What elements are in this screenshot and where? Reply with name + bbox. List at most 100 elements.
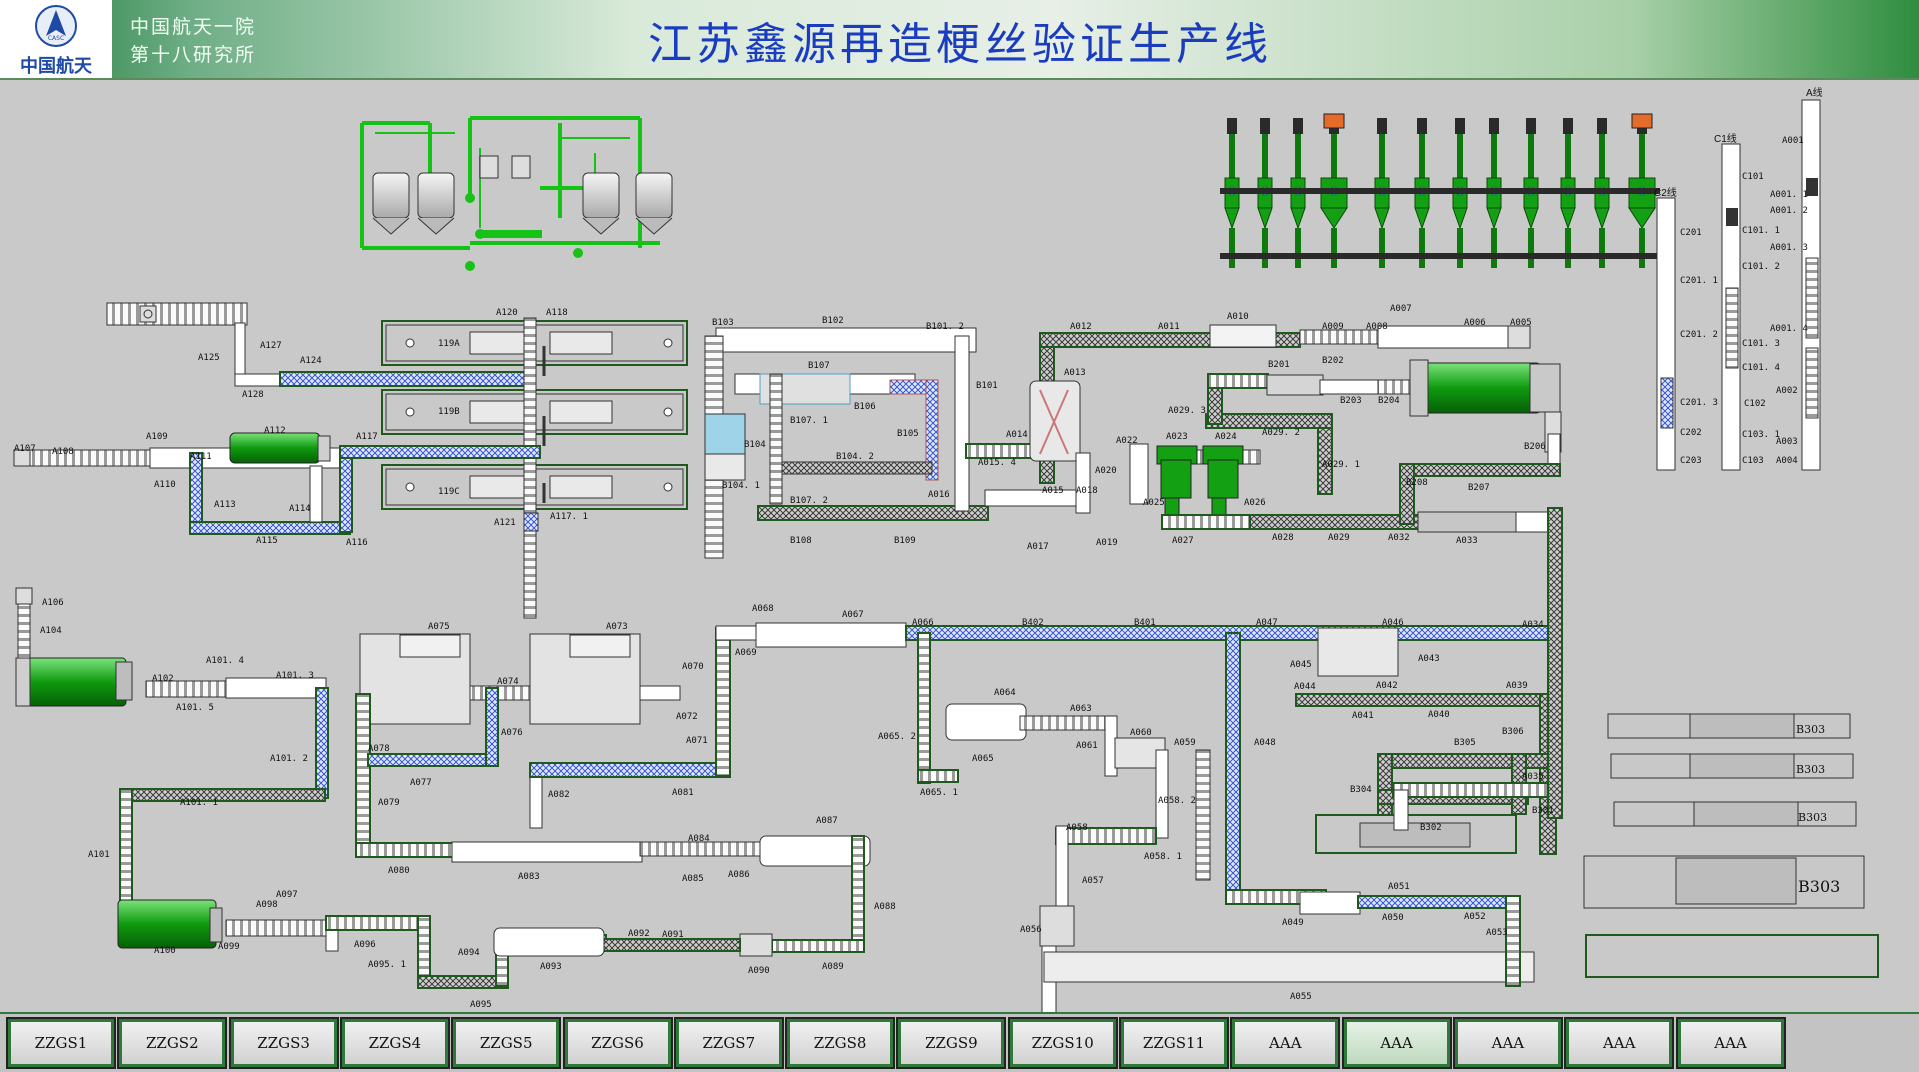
nav-button-aaa-2[interactable]: AAA <box>1341 1017 1452 1069</box>
equipment-label-a107: A107 <box>14 444 36 454</box>
equipment-label-a004: A004 <box>1776 456 1798 466</box>
equipment-label-b203: B203 <box>1340 396 1362 406</box>
dryer-119-group <box>381 317 688 619</box>
nav-button-zzgs11[interactable]: ZZGS11 <box>1119 1017 1229 1069</box>
equipment-label-a065-2: A065. 2 <box>878 732 916 742</box>
nav-button-aaa-3[interactable]: AAA <box>1452 1017 1563 1069</box>
nav-button-zzgs10[interactable]: ZZGS10 <box>1007 1017 1118 1069</box>
equipment-label-a029: A029 <box>1328 533 1350 543</box>
nav-button-zzgs9[interactable]: ZZGS9 <box>896 1017 1007 1069</box>
equipment-label-a022: A022 <box>1116 436 1138 446</box>
equipment-label-a058: A058 <box>1066 823 1088 833</box>
equipment-label-a061: A061 <box>1076 741 1098 751</box>
equipment-label-a111: A111 <box>190 452 212 462</box>
equipment-label-c101: C101 <box>1742 172 1764 182</box>
org-line-2: 第十八研究所 <box>130 44 257 66</box>
equipment-label-a034: A034 <box>1522 620 1544 630</box>
equipment-label-a119c: 119C <box>438 487 460 497</box>
equipment-label-a110: A110 <box>154 480 176 490</box>
equipment-label-b104-2: B104. 2 <box>836 452 874 462</box>
equipment-label-a013: A013 <box>1064 368 1086 378</box>
equipment-label-a012: A012 <box>1070 322 1092 332</box>
nav-button-zzgs7[interactable]: ZZGS7 <box>673 1017 784 1069</box>
equipment-label-a079: A079 <box>378 798 400 808</box>
equipment-label-a066: A066 <box>912 618 934 628</box>
page-title: 江苏鑫源再造梗丝验证生产线 <box>648 19 1272 70</box>
equipment-label-a094: A094 <box>458 948 480 958</box>
equipment-label-a088: A088 <box>874 902 896 912</box>
equipment-label-a058-1: A058. 1 <box>1144 852 1182 862</box>
equipment-label-a121: A121 <box>494 518 516 528</box>
equipment-label-a118: A118 <box>546 308 568 318</box>
b303-label: B303 <box>1796 763 1826 776</box>
equipment-label-a026: A026 <box>1244 498 1266 508</box>
equipment-label-c102: C102 <box>1744 399 1766 409</box>
equipment-label-a017: A017 <box>1027 542 1049 552</box>
equipment-label-a047: A047 <box>1256 618 1278 628</box>
equipment-label-b304: B304 <box>1350 785 1372 795</box>
equipment-label-a053: A053 <box>1486 928 1508 938</box>
equipment-label-a040: A040 <box>1428 710 1450 720</box>
nav-button-zzgs4[interactable]: ZZGS4 <box>339 1017 450 1069</box>
equipment-label-a069: A069 <box>735 648 757 658</box>
nav-button-zzgs6[interactable]: ZZGS6 <box>562 1017 673 1069</box>
equipment-label-a024: A024 <box>1215 432 1237 442</box>
equipment-label-a048: A048 <box>1254 738 1276 748</box>
equipment-label-a102: A102 <box>152 674 174 684</box>
logo-text: 中国航天 <box>20 56 92 77</box>
equipment-label-a019: A019 <box>1096 538 1118 548</box>
equipment-label-a072: A072 <box>676 712 698 722</box>
equipment-label-a028: A028 <box>1272 533 1294 543</box>
equipment-label-b104: B104 <box>744 440 766 450</box>
equipment-label-a128: A128 <box>242 390 264 400</box>
equipment-label-c202: C202 <box>1680 428 1702 438</box>
equipment-label-a095: A095 <box>470 1000 492 1010</box>
equipment-label-a124: A124 <box>300 356 322 366</box>
equipment-label-a041: A041 <box>1352 711 1374 721</box>
equipment-label-a068: A068 <box>752 604 774 614</box>
equipment-label-a070: A070 <box>682 662 704 672</box>
line-title-c2: C2线 <box>1654 188 1677 199</box>
equipment-label-c101-2: C101. 2 <box>1742 262 1780 272</box>
nav-button-zzgs2[interactable]: ZZGS2 <box>117 1017 228 1069</box>
b303-label: B303 <box>1798 877 1841 896</box>
equipment-label-a091: A091 <box>662 930 684 940</box>
nav-button-zzgs5[interactable]: ZZGS5 <box>451 1017 562 1069</box>
equipment-label-a113: A113 <box>214 500 236 510</box>
equipment-label-b107-2: B107. 2 <box>790 496 828 506</box>
equipment-label-a015: A015 <box>1042 486 1064 496</box>
equipment-label-a001-2: A001. 2 <box>1770 206 1808 216</box>
equipment-label-b306: B306 <box>1502 727 1524 737</box>
equipment-label-a029-2: A029. 2 <box>1262 428 1300 438</box>
equipment-label-a119a: 119A <box>438 339 460 349</box>
org-line-1: 中国航天一院 <box>130 16 257 38</box>
nav-button-aaa-5[interactable]: AAA <box>1675 1017 1786 1069</box>
equipment-label-a096: A096 <box>354 940 376 950</box>
equipment-label-a018: A018 <box>1076 486 1098 496</box>
nav-button-aaa-1[interactable]: AAA <box>1230 1017 1341 1069</box>
dosing-tank <box>417 172 455 235</box>
equipment-label-c203: C203 <box>1680 456 1702 466</box>
equipment-label-a077: A077 <box>410 778 432 788</box>
b303-label: B303 <box>1796 723 1826 736</box>
equipment-label-a089: A089 <box>822 962 844 972</box>
equipment-label-a080: A080 <box>388 866 410 876</box>
equipment-label-a093: A093 <box>540 962 562 972</box>
scada-screen: { "header": { "logo_text": "中国航天", "logo… <box>0 0 1919 1072</box>
equipment-label-a064: A064 <box>994 688 1016 698</box>
equipment-label-a090: A090 <box>748 966 770 976</box>
nav-button-zzgs3[interactable]: ZZGS3 <box>228 1017 339 1069</box>
equipment-label-a075: A075 <box>428 622 450 632</box>
equipment-label-a065-1: A065. 1 <box>920 788 958 798</box>
equipment-label-b301: B301 <box>1532 806 1554 816</box>
nav-button-zzgs8[interactable]: ZZGS8 <box>785 1017 896 1069</box>
equipment-label-c201-1: C201. 1 <box>1680 276 1718 286</box>
equipment-label-b204: B204 <box>1378 396 1400 406</box>
nav-button-aaa-4[interactable]: AAA <box>1564 1017 1675 1069</box>
dosing-tank-cluster <box>360 116 673 271</box>
equipment-label-a010: A010 <box>1227 312 1249 322</box>
nav-button-zzgs1[interactable]: ZZGS1 <box>6 1017 116 1069</box>
equipment-label-b109: B109 <box>894 536 916 546</box>
equipment-label-a059: A059 <box>1174 738 1196 748</box>
equipment-label-a108: A108 <box>52 447 74 457</box>
